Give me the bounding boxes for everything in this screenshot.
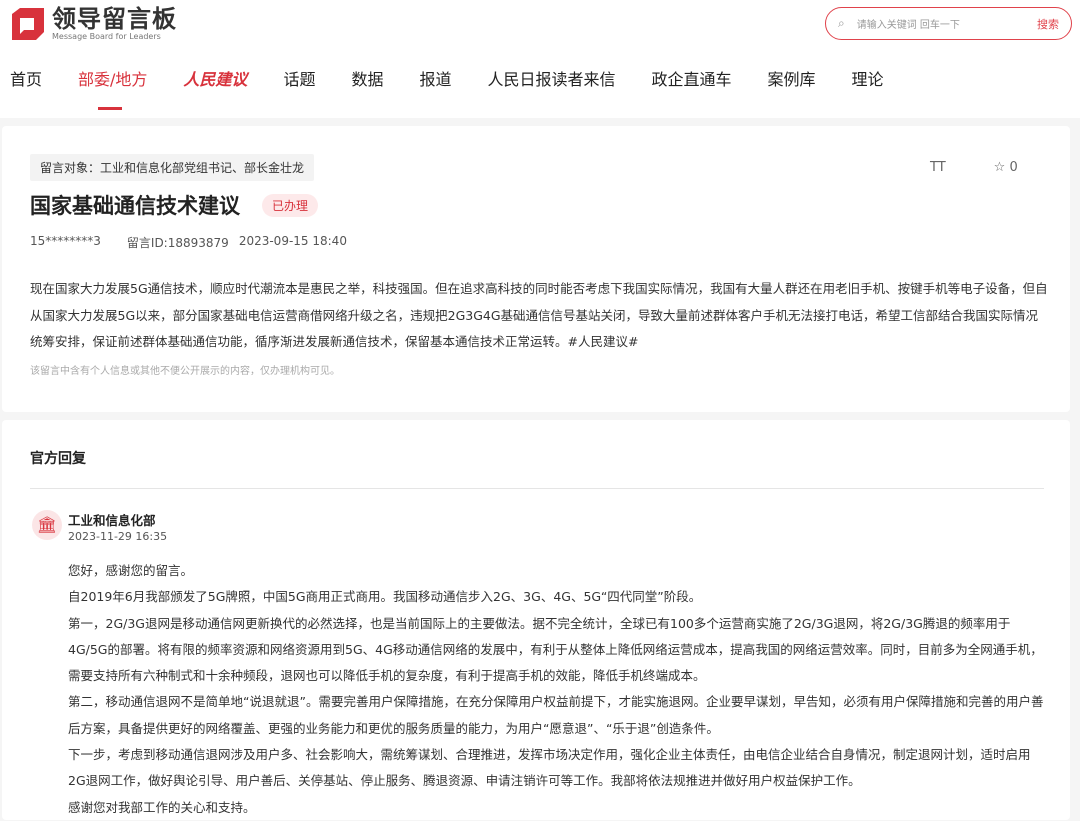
message-id: 留言ID:18893879: [127, 234, 229, 251]
message-user: 15********3: [30, 234, 101, 251]
reply-paragraph: 第二，移动通信退网不是简单地“说退就退”。需要完善用户保障措施，在充分保障用户权…: [68, 689, 1048, 742]
nav-enterprise[interactable]: 政企直通车: [652, 66, 732, 90]
font-size-icon[interactable]: TT: [930, 160, 946, 175]
message-card: 留言对象：工业和信息化部党组书记、部长金壮龙 TT ☆ 0 国家基础通信技术建议…: [2, 126, 1070, 412]
message-body: 现在国家大力发展5G通信技术，顺应时代潮流本是惠民之举，科技强国。但在追求高科技…: [30, 276, 1050, 356]
reply-department: 工业和信息化部: [68, 510, 156, 529]
privacy-note: 该留言中含有个人信息或其他不便公开展示的内容，仅办理机构可见。: [30, 362, 340, 377]
reply-paragraph: 自2019年6月我部颁发了5G牌照，中国5G商用正式商用。我国移动通信步入2G、…: [68, 584, 1048, 610]
reply-date: 2023-11-29 16:35: [68, 530, 167, 543]
search-box[interactable]: ⌕ 请输入关键词 回车一下 搜索: [825, 7, 1072, 40]
message-date: 2023-09-15 18:40: [239, 234, 347, 251]
government-building-icon: 🏛: [32, 510, 62, 540]
reply-paragraph: 感谢您对我部工作的关心和支持。: [68, 795, 1048, 821]
nav-ministries[interactable]: 部委/地方: [78, 66, 147, 90]
reply-paragraph: 第一，2G/3G退网是移动通信网更新换代的必然选择，也是当前国际上的主要做法。据…: [68, 611, 1048, 690]
nav-reports[interactable]: 报道: [419, 66, 451, 90]
search-icon: ⌕: [838, 16, 845, 31]
message-target: 留言对象：工业和信息化部党组书记、部长金壮龙: [30, 154, 314, 181]
reply-card: 官方回复 🏛 工业和信息化部 2023-11-29 16:35 您好，感谢您的留…: [2, 420, 1070, 820]
reply-paragraph: 下一步，考虑到移动通信退网涉及用户多、社会影响大，需统筹谋划、合理推进，发挥市场…: [68, 742, 1048, 795]
nav-cases[interactable]: 案例库: [768, 66, 816, 90]
favorite-button[interactable]: ☆ 0: [994, 160, 1018, 175]
logo[interactable]: 领导留言板 Message Board for Leaders: [10, 6, 177, 42]
nav-theory[interactable]: 理论: [852, 66, 884, 90]
reply-body: 您好，感谢您的留言。 自2019年6月我部颁发了5G牌照，中国5G商用正式商用。…: [68, 558, 1048, 821]
favorite-count: 0: [1009, 160, 1017, 175]
divider: [30, 488, 1044, 489]
main-nav: 首页 部委/地方 人民建议 话题 数据 报道 人民日报读者来信 政企直通车 案例…: [10, 66, 920, 90]
reply-paragraph: 您好，感谢您的留言。: [68, 558, 1048, 584]
logo-title: 领导留言板: [52, 6, 177, 32]
nav-topics[interactable]: 话题: [283, 66, 315, 90]
search-input[interactable]: 请输入关键词 回车一下: [857, 16, 1037, 31]
reply-section-title: 官方回复: [30, 448, 86, 468]
logo-icon: [10, 6, 46, 42]
nav-home[interactable]: 首页: [10, 66, 42, 90]
status-badge: 已办理: [262, 194, 318, 217]
nav-reader-letters[interactable]: 人民日报读者来信: [487, 66, 615, 90]
nav-people-suggestions[interactable]: 人民建议: [183, 66, 247, 90]
search-button[interactable]: 搜索: [1037, 16, 1059, 32]
nav-data[interactable]: 数据: [351, 66, 383, 90]
message-title: 国家基础通信技术建议: [30, 190, 240, 220]
logo-subtitle: Message Board for Leaders: [52, 32, 177, 42]
star-icon: ☆: [994, 160, 1010, 175]
header: 领导留言板 Message Board for Leaders ⌕ 请输入关键词…: [0, 0, 1080, 118]
